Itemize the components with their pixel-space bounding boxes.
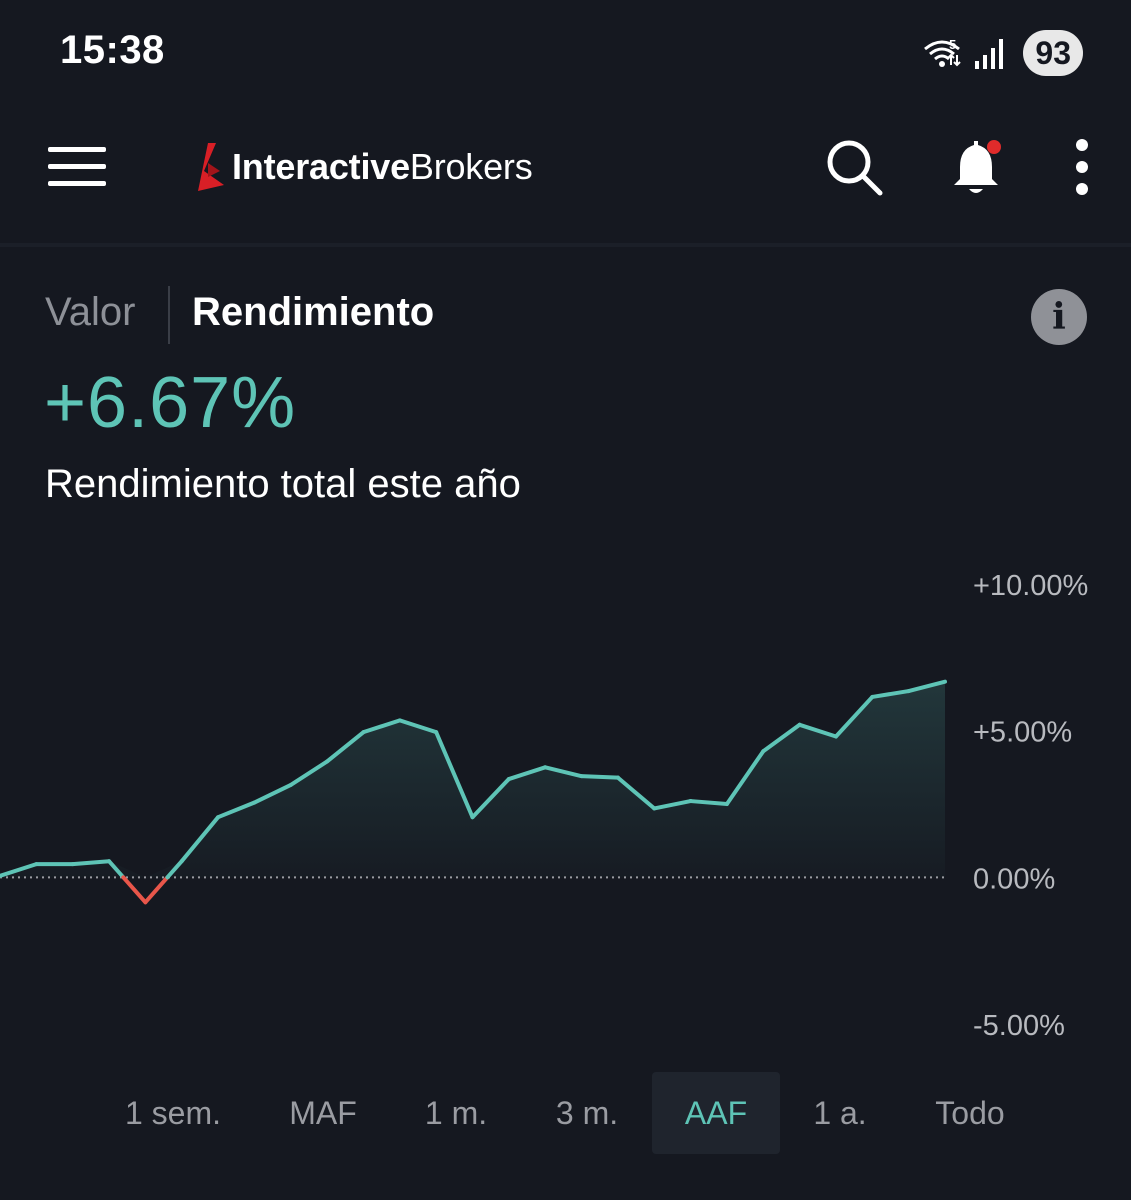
y-tick-label: +5.00%: [973, 717, 1072, 749]
chart-area-fill: [0, 681, 945, 878]
performance-chart[interactable]: +10.00% +5.00% 0.00% -5.00%: [0, 540, 1131, 1060]
bell-icon[interactable]: [944, 135, 1008, 199]
info-icon[interactable]: i: [1031, 289, 1087, 345]
chart-line-segment: [579, 774, 620, 780]
brand-logo-regular: Brokers: [409, 146, 533, 187]
screen: 15:38 5 93 InteractiveBrokers Valor Rend…: [0, 0, 1131, 1200]
chart-line-segment: [143, 875, 170, 905]
status-time: 15:38: [60, 28, 165, 72]
search-icon[interactable]: [822, 135, 886, 199]
battery-badge: 93: [1023, 30, 1083, 76]
brand-logo-text: InteractiveBrokers: [232, 146, 533, 188]
brand-logo-bold: Interactive: [232, 146, 410, 187]
brand-logo-mark-icon: [198, 143, 224, 191]
y-tick-label: +10.00%: [973, 570, 1088, 602]
status-icons: 5 93: [921, 30, 1083, 76]
hamburger-menu-icon[interactable]: [48, 145, 106, 189]
y-tick-label: -5.00%: [973, 1010, 1065, 1042]
chart-line-segment: [121, 875, 148, 905]
app-bar-divider: [0, 243, 1131, 247]
tab-separator: [168, 286, 170, 344]
notification-dot: [987, 140, 1001, 154]
status-bar: 15:38 5 93: [0, 0, 1131, 105]
more-vertical-icon[interactable]: [1062, 135, 1102, 199]
range-option[interactable]: 1 sem.: [108, 1072, 238, 1154]
range-option[interactable]: 1 a.: [795, 1072, 885, 1154]
brand-logo: InteractiveBrokers: [194, 137, 533, 197]
svg-text:5: 5: [949, 37, 956, 52]
y-tick-label: 0.00%: [973, 863, 1055, 895]
range-option[interactable]: 3 m.: [537, 1072, 637, 1154]
tab-valor[interactable]: Valor: [45, 290, 135, 335]
range-option[interactable]: Todo: [915, 1072, 1025, 1154]
performance-value: +6.67%: [44, 363, 297, 443]
signal-icon: [975, 39, 1004, 69]
range-option[interactable]: MAF: [273, 1072, 373, 1154]
range-option[interactable]: 1 m.: [406, 1072, 506, 1154]
wifi-icon: 5: [924, 37, 962, 67]
tab-rendimiento[interactable]: Rendimiento: [192, 290, 434, 335]
range-selector: 1 sem. MAF 1 m. 3 m. AAF 1 a. Todo: [0, 1072, 1131, 1156]
performance-caption: Rendimiento total este año: [45, 462, 521, 506]
app-bar: InteractiveBrokers: [0, 105, 1131, 243]
range-option[interactable]: AAF: [652, 1072, 780, 1154]
